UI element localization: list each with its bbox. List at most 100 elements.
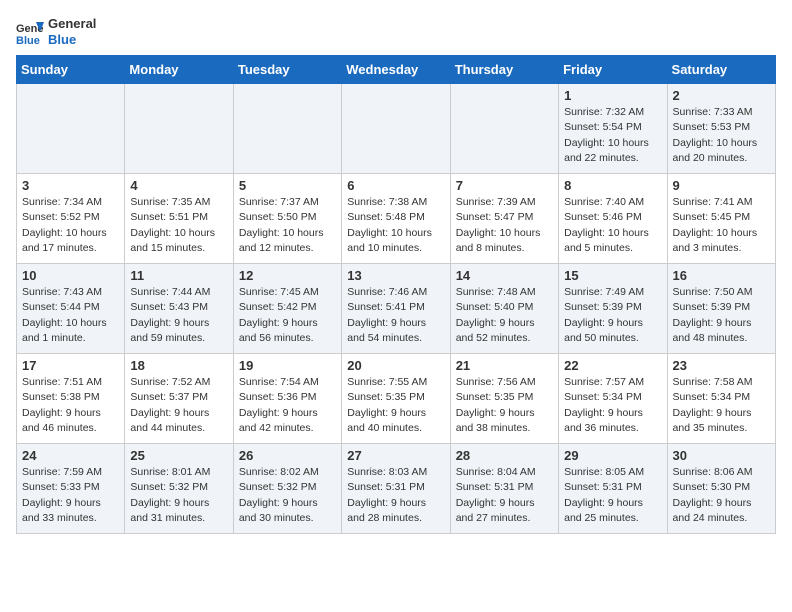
day-info: Sunrise: 7:48 AM Sunset: 5:40 PM Dayligh… bbox=[456, 285, 553, 346]
day-number: 8 bbox=[564, 178, 661, 193]
calendar-week-5: 24 Sunrise: 7:59 AM Sunset: 5:33 PM Dayli… bbox=[17, 444, 776, 534]
calendar-cell: 9 Sunrise: 7:41 AM Sunset: 5:45 PM Daylig… bbox=[667, 174, 775, 264]
day-info: Sunrise: 7:37 AM Sunset: 5:50 PM Dayligh… bbox=[239, 195, 336, 256]
day-info: Sunrise: 7:46 AM Sunset: 5:41 PM Dayligh… bbox=[347, 285, 444, 346]
calendar-cell: 20 Sunrise: 7:55 AM Sunset: 5:35 PM Dayli… bbox=[342, 354, 450, 444]
day-number: 21 bbox=[456, 358, 553, 373]
calendar-cell: 15Sunrise: 7:49 AM Sunset: 5:39 PM Dayli… bbox=[559, 264, 667, 354]
day-info: Sunrise: 7:58 AM Sunset: 5:34 PM Dayligh… bbox=[673, 375, 770, 436]
day-number: 26 bbox=[239, 448, 336, 463]
day-number: 25 bbox=[130, 448, 227, 463]
day-number: 17 bbox=[22, 358, 119, 373]
header-monday: Monday bbox=[125, 56, 233, 84]
day-number: 22 bbox=[564, 358, 661, 373]
day-number: 18 bbox=[130, 358, 227, 373]
calendar-cell: 6Sunrise: 7:38 AM Sunset: 5:48 PM Daylig… bbox=[342, 174, 450, 264]
calendar-cell bbox=[17, 84, 125, 174]
day-info: Sunrise: 8:01 AM Sunset: 5:32 PM Dayligh… bbox=[130, 465, 227, 526]
day-info: Sunrise: 8:04 AM Sunset: 5:31 PM Dayligh… bbox=[456, 465, 553, 526]
logo-blue: Blue bbox=[48, 32, 76, 47]
days-header-row: Sunday Monday Tuesday Wednesday Thursday… bbox=[17, 56, 776, 84]
day-info: Sunrise: 7:52 AM Sunset: 5:37 PM Dayligh… bbox=[130, 375, 227, 436]
calendar-cell: 4 Sunrise: 7:35 AM Sunset: 5:51 PM Daylig… bbox=[125, 174, 233, 264]
calendar-cell: 14 Sunrise: 7:48 AM Sunset: 5:40 PM Dayli… bbox=[450, 264, 558, 354]
calendar-table: Sunday Monday Tuesday Wednesday Thursday… bbox=[16, 55, 776, 534]
calendar-cell bbox=[450, 84, 558, 174]
day-info: Sunrise: 7:33 AM Sunset: 5:53 PM Dayligh… bbox=[673, 105, 770, 166]
header-sunday: Sunday bbox=[17, 56, 125, 84]
day-number: 16 bbox=[673, 268, 770, 283]
calendar-cell: 7 Sunrise: 7:39 AM Sunset: 5:47 PM Daylig… bbox=[450, 174, 558, 264]
calendar-cell: 11 Sunrise: 7:44 AM Sunset: 5:43 PM Dayli… bbox=[125, 264, 233, 354]
day-number: 6 bbox=[347, 178, 444, 193]
day-info: Sunrise: 8:05 AM Sunset: 5:31 PM Dayligh… bbox=[564, 465, 661, 526]
day-number: 11 bbox=[130, 268, 227, 283]
day-info: Sunrise: 7:39 AM Sunset: 5:47 PM Dayligh… bbox=[456, 195, 553, 256]
calendar-week-3: 10 Sunrise: 7:43 AM Sunset: 5:44 PM Dayli… bbox=[17, 264, 776, 354]
calendar-cell: 5 Sunrise: 7:37 AM Sunset: 5:50 PM Daylig… bbox=[233, 174, 341, 264]
day-info: Sunrise: 7:44 AM Sunset: 5:43 PM Dayligh… bbox=[130, 285, 227, 346]
day-info: Sunrise: 7:43 AM Sunset: 5:44 PM Dayligh… bbox=[22, 285, 119, 346]
calendar-cell: 8 Sunrise: 7:40 AM Sunset: 5:46 PM Daylig… bbox=[559, 174, 667, 264]
day-number: 19 bbox=[239, 358, 336, 373]
logo-icon: General Blue bbox=[16, 18, 44, 46]
calendar-cell: 23Sunrise: 7:58 AM Sunset: 5:34 PM Dayli… bbox=[667, 354, 775, 444]
day-info: Sunrise: 8:02 AM Sunset: 5:32 PM Dayligh… bbox=[239, 465, 336, 526]
day-info: Sunrise: 7:41 AM Sunset: 5:45 PM Dayligh… bbox=[673, 195, 770, 256]
calendar-cell: 18 Sunrise: 7:52 AM Sunset: 5:37 PM Dayli… bbox=[125, 354, 233, 444]
day-number: 7 bbox=[456, 178, 553, 193]
page-header: General Blue General Blue bbox=[16, 16, 776, 47]
calendar-cell: 26 Sunrise: 8:02 AM Sunset: 5:32 PM Dayli… bbox=[233, 444, 341, 534]
day-info: Sunrise: 7:45 AM Sunset: 5:42 PM Dayligh… bbox=[239, 285, 336, 346]
calendar-cell: 2 Sunrise: 7:33 AM Sunset: 5:53 PM Daylig… bbox=[667, 84, 775, 174]
day-number: 1 bbox=[564, 88, 661, 103]
calendar-cell: 3Sunrise: 7:34 AM Sunset: 5:52 PM Daylig… bbox=[17, 174, 125, 264]
calendar-cell: 17 Sunrise: 7:51 AM Sunset: 5:38 PM Dayli… bbox=[17, 354, 125, 444]
logo: General Blue General Blue bbox=[16, 16, 96, 47]
calendar-cell: 27Sunrise: 8:03 AM Sunset: 5:31 PM Dayli… bbox=[342, 444, 450, 534]
header-wednesday: Wednesday bbox=[342, 56, 450, 84]
day-info: Sunrise: 7:57 AM Sunset: 5:34 PM Dayligh… bbox=[564, 375, 661, 436]
day-number: 10 bbox=[22, 268, 119, 283]
day-number: 2 bbox=[673, 88, 770, 103]
day-number: 12 bbox=[239, 268, 336, 283]
day-number: 14 bbox=[456, 268, 553, 283]
calendar-cell: 25 Sunrise: 8:01 AM Sunset: 5:32 PM Dayli… bbox=[125, 444, 233, 534]
day-number: 30 bbox=[673, 448, 770, 463]
header-tuesday: Tuesday bbox=[233, 56, 341, 84]
calendar-cell: 30 Sunrise: 8:06 AM Sunset: 5:30 PM Dayli… bbox=[667, 444, 775, 534]
calendar-cell: 19 Sunrise: 7:54 AM Sunset: 5:36 PM Dayli… bbox=[233, 354, 341, 444]
day-number: 5 bbox=[239, 178, 336, 193]
calendar-cell: 24 Sunrise: 7:59 AM Sunset: 5:33 PM Dayli… bbox=[17, 444, 125, 534]
header-friday: Friday bbox=[559, 56, 667, 84]
calendar-cell: 12 Sunrise: 7:45 AM Sunset: 5:42 PM Dayli… bbox=[233, 264, 341, 354]
day-number: 20 bbox=[347, 358, 444, 373]
calendar-cell: 13 Sunrise: 7:46 AM Sunset: 5:41 PM Dayli… bbox=[342, 264, 450, 354]
calendar-cell: 1 Sunrise: 7:32 AM Sunset: 5:54 PM Daylig… bbox=[559, 84, 667, 174]
calendar-cell bbox=[233, 84, 341, 174]
calendar-week-2: 3Sunrise: 7:34 AM Sunset: 5:52 PM Daylig… bbox=[17, 174, 776, 264]
day-number: 4 bbox=[130, 178, 227, 193]
day-number: 24 bbox=[22, 448, 119, 463]
day-number: 15 bbox=[564, 268, 661, 283]
day-info: Sunrise: 7:34 AM Sunset: 5:52 PM Dayligh… bbox=[22, 195, 119, 256]
header-saturday: Saturday bbox=[667, 56, 775, 84]
day-info: Sunrise: 8:06 AM Sunset: 5:30 PM Dayligh… bbox=[673, 465, 770, 526]
day-info: Sunrise: 7:32 AM Sunset: 5:54 PM Dayligh… bbox=[564, 105, 661, 166]
calendar-cell: 21Sunrise: 7:56 AM Sunset: 5:35 PM Dayli… bbox=[450, 354, 558, 444]
calendar-cell bbox=[342, 84, 450, 174]
logo-general: General bbox=[48, 16, 96, 31]
day-info: Sunrise: 7:40 AM Sunset: 5:46 PM Dayligh… bbox=[564, 195, 661, 256]
logo-wordmark: General Blue bbox=[48, 16, 96, 47]
calendar-cell: 29Sunrise: 8:05 AM Sunset: 5:31 PM Dayli… bbox=[559, 444, 667, 534]
day-info: Sunrise: 7:35 AM Sunset: 5:51 PM Dayligh… bbox=[130, 195, 227, 256]
day-info: Sunrise: 7:55 AM Sunset: 5:35 PM Dayligh… bbox=[347, 375, 444, 436]
header-thursday: Thursday bbox=[450, 56, 558, 84]
day-number: 9 bbox=[673, 178, 770, 193]
day-info: Sunrise: 7:54 AM Sunset: 5:36 PM Dayligh… bbox=[239, 375, 336, 436]
day-info: Sunrise: 7:59 AM Sunset: 5:33 PM Dayligh… bbox=[22, 465, 119, 526]
day-info: Sunrise: 7:51 AM Sunset: 5:38 PM Dayligh… bbox=[22, 375, 119, 436]
day-info: Sunrise: 8:03 AM Sunset: 5:31 PM Dayligh… bbox=[347, 465, 444, 526]
calendar-cell: 10 Sunrise: 7:43 AM Sunset: 5:44 PM Dayli… bbox=[17, 264, 125, 354]
day-number: 13 bbox=[347, 268, 444, 283]
